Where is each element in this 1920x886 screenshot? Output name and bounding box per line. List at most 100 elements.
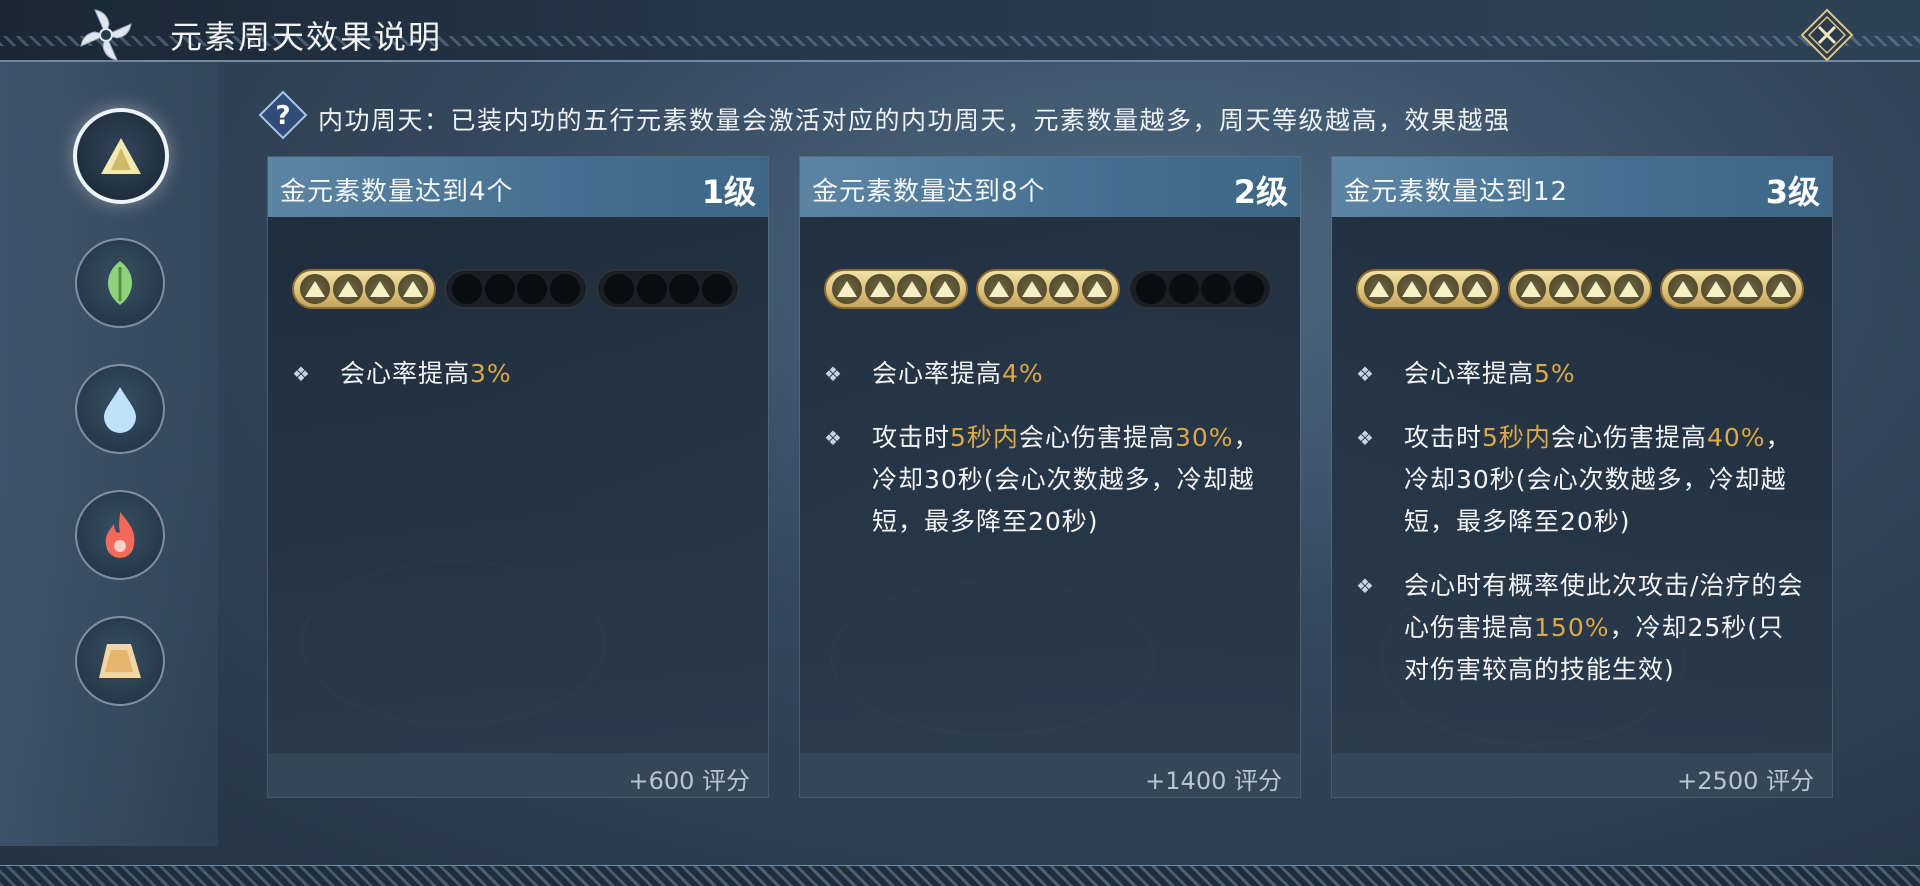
element-tab-wood[interactable] (75, 238, 165, 328)
empty-pip-icon (1168, 274, 1199, 304)
effect-text: 攻击时 (872, 423, 951, 452)
card-footer: +1400 评分 (800, 753, 1300, 797)
effect-value-highlight: 5秒内 (950, 423, 1019, 452)
bottom-border (0, 865, 1920, 886)
triangle-icon (337, 281, 358, 297)
metal-pip-icon (1733, 274, 1764, 304)
level-card: 金元素数量达到8个 2级 ❖ 会心率提高4% ❖ 攻击时5秒内会心伤害提高30%，冷却30… (800, 157, 1300, 797)
effect-text: 会心率提高 (872, 359, 1003, 388)
empty-element-group (444, 269, 588, 309)
metal-pip-icon (1016, 274, 1047, 304)
triangle-icon (370, 281, 391, 297)
triangle-icon (902, 281, 923, 297)
metal-pip-icon (1613, 274, 1644, 304)
empty-element-group (596, 269, 740, 309)
filled-element-group (1356, 269, 1500, 309)
triangle-icon (1521, 281, 1542, 297)
card-level: 2级 (1233, 173, 1288, 211)
triangle-icon (1673, 281, 1694, 297)
diamond-bullet-icon: ❖ (824, 362, 843, 386)
element-tab-fire[interactable] (75, 490, 165, 580)
empty-pip-icon (636, 274, 667, 304)
card-condition: 金元素数量达到4个 (280, 177, 514, 207)
svg-text:?: ? (275, 101, 290, 131)
empty-pip-icon (1201, 274, 1232, 304)
metal-pip-icon (1364, 274, 1395, 304)
triangle-icon (1054, 281, 1075, 297)
filled-element-group (1508, 269, 1652, 309)
triangle-icon (1466, 281, 1487, 297)
metal-pip-icon (1049, 274, 1080, 304)
effect-text: 攻击时 (1404, 423, 1483, 452)
card-header: 金元素数量达到12 3级 (1332, 157, 1832, 217)
diamond-bullet-icon: ❖ (1356, 426, 1375, 450)
metal-pip-icon (832, 274, 863, 304)
triangle-icon (1705, 281, 1726, 297)
empty-pip-icon (549, 274, 580, 304)
metal-pip-icon (1765, 274, 1796, 304)
metal-pip-icon (1581, 274, 1612, 304)
card-condition: 金元素数量达到12 (1344, 177, 1569, 207)
triangle-icon (1738, 281, 1759, 297)
triangle-icon (1586, 281, 1607, 297)
close-icon[interactable] (1800, 8, 1854, 62)
card-condition: 金元素数量达到8个 (812, 177, 1046, 207)
card-level: 1级 (701, 173, 756, 211)
triangle-icon (1553, 281, 1574, 297)
effect-list: ❖ 会心率提高3% (292, 353, 742, 417)
flame-icon (105, 512, 135, 558)
empty-pip-icon (701, 274, 732, 304)
info-description: 内功周天：已装内功的五行元素数量会激活对应的内功周天，元素数量越多，周天等级越高… (318, 106, 1511, 135)
triangle-icon (1770, 281, 1791, 297)
effect-item: ❖ 会心率提高5% (1356, 353, 1806, 395)
effect-value-highlight: 5秒内 (1482, 423, 1551, 452)
effect-value-highlight: 5% (1534, 359, 1576, 388)
diamond-bullet-icon: ❖ (1356, 574, 1375, 598)
water-drop-icon (104, 387, 136, 433)
effect-text: 会心率提高 (1404, 359, 1535, 388)
element-tab-water[interactable] (75, 364, 165, 454)
triangle-icon (934, 281, 955, 297)
triangle-icon (837, 281, 858, 297)
triangle-icon (1369, 281, 1390, 297)
effect-list: ❖ 会心率提高4% ❖ 攻击时5秒内会心伤害提高30%，冷却30秒(会心次数越多，冷却… (824, 353, 1274, 565)
effect-item: ❖ 攻击时5秒内会心伤害提高30%，冷却30秒(会心次数越多，冷却越短，最多降至2… (824, 417, 1274, 543)
effect-item: ❖ 会心率提高3% (292, 353, 742, 395)
triangle-icon (1021, 281, 1042, 297)
card-level: 3级 (1765, 173, 1820, 211)
diamond-bullet-icon: ❖ (1356, 362, 1375, 386)
metal-pip-icon (1516, 274, 1547, 304)
filled-element-group (976, 269, 1120, 309)
element-count-indicator (1356, 269, 1804, 309)
effect-value-highlight: 40% (1706, 423, 1766, 452)
question-mark-icon[interactable]: ? (258, 90, 308, 140)
card-header: 金元素数量达到4个 1级 (268, 157, 768, 217)
element-tab-earth[interactable] (75, 616, 165, 706)
metal-pip-icon (1396, 274, 1427, 304)
triangle-icon (1086, 281, 1107, 297)
empty-pip-icon (484, 274, 515, 304)
metal-pip-icon (1461, 274, 1492, 304)
card-footer: +600 评分 (268, 753, 768, 797)
triangle-icon (989, 281, 1010, 297)
effect-text: 会心伤害提高 (1018, 423, 1175, 452)
triangle-icon (402, 281, 423, 297)
empty-pip-icon (604, 274, 635, 304)
triangle-icon (305, 281, 326, 297)
triangle-icon (869, 281, 890, 297)
page-title: 元素周天效果说明 (170, 18, 443, 56)
effect-value-highlight: 4% (1002, 359, 1044, 388)
triangle-icon (1618, 281, 1639, 297)
element-tab-metal[interactable] (73, 108, 169, 204)
metal-pip-icon (332, 274, 363, 304)
empty-pip-icon (517, 274, 548, 304)
triangle-icon (1434, 281, 1455, 297)
level-card: 金元素数量达到4个 1级 ❖ 会心率提高3% +600 评分 (268, 157, 768, 797)
pinwheel-logo-icon (80, 9, 132, 61)
metal-pip-icon (300, 274, 331, 304)
empty-element-group (1128, 269, 1272, 309)
metal-pip-icon (984, 274, 1015, 304)
effect-item: ❖ 会心时有概率使此次攻击/治疗的会心伤害提高150%，冷却25秒(只对伤害较高的… (1356, 565, 1806, 691)
filled-element-group (292, 269, 436, 309)
metal-triangle-icon (101, 138, 141, 174)
